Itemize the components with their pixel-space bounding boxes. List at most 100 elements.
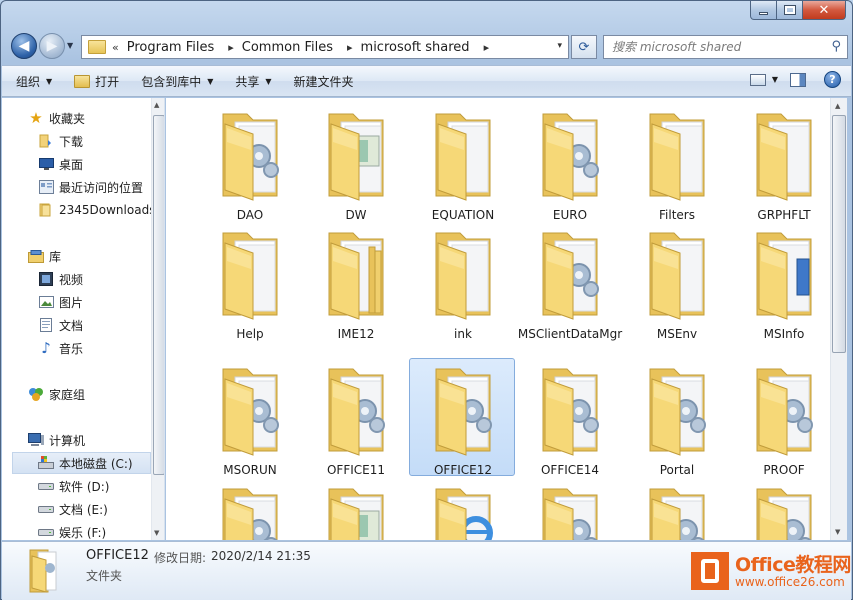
breadcrumb-microsoft-shared[interactable]: microsoft shared xyxy=(361,40,470,55)
navigation-row: ◀ ▶ ▼ « Program Files ▸ Common Files ▸ m… xyxy=(9,31,848,61)
nav-libraries[interactable]: 库 xyxy=(28,245,164,267)
nav-pictures[interactable]: 图片 xyxy=(38,291,164,313)
folder-item[interactable]: EQUATION xyxy=(409,103,515,222)
folder-item[interactable]: DAO xyxy=(196,103,302,222)
open-button[interactable]: 打开 xyxy=(74,73,119,90)
nav-drive-e[interactable]: 文档 (E:) xyxy=(38,498,164,520)
folder-name: Portal xyxy=(659,463,695,477)
nav-label: 桌面 xyxy=(59,157,84,172)
folder-icon xyxy=(38,202,54,218)
breadcrumb-overflow[interactable]: « xyxy=(112,41,119,54)
nav-computer[interactable]: 计算机 xyxy=(28,429,164,451)
nav-label: 文档 xyxy=(59,318,84,333)
help-button[interactable]: ? xyxy=(824,71,841,88)
scroll-down-icon[interactable]: ▼ xyxy=(154,529,159,537)
breadcrumb-separator-icon[interactable]: ▸ xyxy=(347,41,353,54)
folder-item[interactable]: OFFICE12 xyxy=(409,358,515,477)
forward-button[interactable]: ▶ xyxy=(39,33,65,59)
nav-label: 下载 xyxy=(59,134,84,149)
folder-item[interactable]: Filters xyxy=(623,103,729,222)
view-dropdown-icon[interactable]: ▼ xyxy=(772,75,778,84)
refresh-icon: ⟳ xyxy=(578,39,590,55)
folder-item[interactable]: OFFICE11 xyxy=(302,358,408,477)
minimize-button[interactable] xyxy=(750,1,777,20)
folder-item[interactable] xyxy=(196,478,302,540)
folder-item[interactable] xyxy=(409,478,515,540)
recent-pages-dropdown-icon[interactable]: ▼ xyxy=(67,41,73,50)
nav-documents[interactable]: 文档 xyxy=(38,314,164,336)
nav-music[interactable]: ♪ 音乐 xyxy=(38,337,164,359)
organize-button[interactable]: 组织 ▼ xyxy=(16,73,52,90)
folder-item[interactable]: OFFICE14 xyxy=(516,358,622,477)
folder-item[interactable]: DW xyxy=(302,103,408,222)
close-button[interactable]: ✕ xyxy=(803,1,846,20)
organize-label: 组织 xyxy=(16,74,41,89)
folder-item[interactable]: MSORUN xyxy=(196,358,302,477)
nav-desktop[interactable]: 桌面 xyxy=(38,153,164,175)
folder-item[interactable]: Portal xyxy=(623,358,729,477)
scroll-up-icon[interactable]: ▲ xyxy=(154,101,159,109)
nav-label: 收藏夹 xyxy=(49,111,86,126)
nav-label: 视频 xyxy=(59,272,84,287)
maximize-button[interactable] xyxy=(777,1,803,20)
refresh-button[interactable]: ⟳ xyxy=(571,35,597,59)
scrollbar-thumb[interactable] xyxy=(153,115,164,475)
scroll-up-icon[interactable]: ▲ xyxy=(835,102,840,110)
share-button[interactable]: 共享 ▼ xyxy=(235,73,271,90)
breadcrumb-program-files[interactable]: Program Files xyxy=(127,40,215,55)
folder-item[interactable]: GRPHFLT xyxy=(730,103,830,222)
folder-item[interactable]: PROOF xyxy=(730,358,830,477)
nav-drive-f[interactable]: 娱乐 (F:) xyxy=(38,521,164,540)
nav-drive-c[interactable]: 本地磁盘 (C:) xyxy=(12,452,151,474)
search-box[interactable]: ⚲ xyxy=(603,35,848,59)
folder-icon xyxy=(222,488,278,540)
homegroup-icon xyxy=(28,386,44,402)
new-folder-button[interactable]: 新建文件夹 xyxy=(294,73,354,90)
minimize-icon xyxy=(759,11,768,15)
close-icon: ✕ xyxy=(818,2,830,18)
nav-label: 音乐 xyxy=(59,341,84,356)
preview-pane-icon[interactable] xyxy=(790,72,806,87)
change-view-icon[interactable] xyxy=(749,73,766,86)
folder-item[interactable] xyxy=(302,478,408,540)
folder-item[interactable] xyxy=(623,478,729,540)
dropdown-arrow-icon: ▼ xyxy=(46,76,53,86)
folder-item[interactable] xyxy=(730,478,830,540)
nav-label: 文档 (E:) xyxy=(59,502,108,517)
folder-item[interactable]: ink xyxy=(409,222,515,341)
folder-item[interactable]: MSEnv xyxy=(623,222,729,341)
recent-places-icon xyxy=(38,179,54,195)
nav-homegroup[interactable]: 家庭组 xyxy=(28,383,164,405)
folder-item[interactable]: MSInfo xyxy=(730,222,830,341)
folder-icon xyxy=(435,113,491,201)
folder-item[interactable]: MSClientDataMgr xyxy=(516,222,622,341)
folder-item[interactable]: Help xyxy=(196,222,302,341)
nav-downloads[interactable]: 下载 xyxy=(38,130,164,152)
folder-icon xyxy=(222,232,278,320)
scrollbar-thumb[interactable] xyxy=(832,115,846,353)
folder-item[interactable]: EURO xyxy=(516,103,622,222)
address-bar[interactable]: « Program Files ▸ Common Files ▸ microso… xyxy=(81,35,569,59)
include-in-library-button[interactable]: 包含到库中 ▼ xyxy=(141,73,213,90)
navigation-scrollbar[interactable]: ▲ ▼ xyxy=(151,98,164,540)
folder-item[interactable]: IME12 xyxy=(302,222,408,341)
nav-videos[interactable]: 视频 xyxy=(38,268,164,290)
nav-favorites[interactable]: ★ 收藏夹 xyxy=(28,107,164,129)
scroll-down-icon[interactable]: ▼ xyxy=(835,528,840,536)
breadcrumb-separator-icon[interactable]: ▸ xyxy=(228,41,234,54)
nav-2345downloads[interactable]: 2345Downloads xyxy=(38,199,164,221)
folder-item[interactable] xyxy=(516,478,622,540)
back-button[interactable]: ◀ xyxy=(11,33,37,59)
search-input[interactable] xyxy=(612,40,822,54)
drive-icon xyxy=(38,524,54,540)
nav-recent-places[interactable]: 最近访问的位置 xyxy=(38,176,164,198)
folder-name: OFFICE12 xyxy=(433,463,493,477)
command-bar: 组织 ▼ 打开 包含到库中 ▼ 共享 ▼ 新建文件夹 ▼ ? xyxy=(2,65,851,97)
watermark: Office教程网 www.office26.com xyxy=(687,544,851,598)
search-icon[interactable]: ⚲ xyxy=(831,39,841,54)
file-list-scrollbar[interactable]: ▲ ▼ xyxy=(830,98,847,540)
breadcrumb-separator-icon[interactable]: ▸ xyxy=(484,41,490,54)
address-dropdown-icon[interactable]: ▾ xyxy=(557,41,562,51)
nav-drive-d[interactable]: 软件 (D:) xyxy=(38,475,164,497)
breadcrumb-common-files[interactable]: Common Files xyxy=(242,40,333,55)
